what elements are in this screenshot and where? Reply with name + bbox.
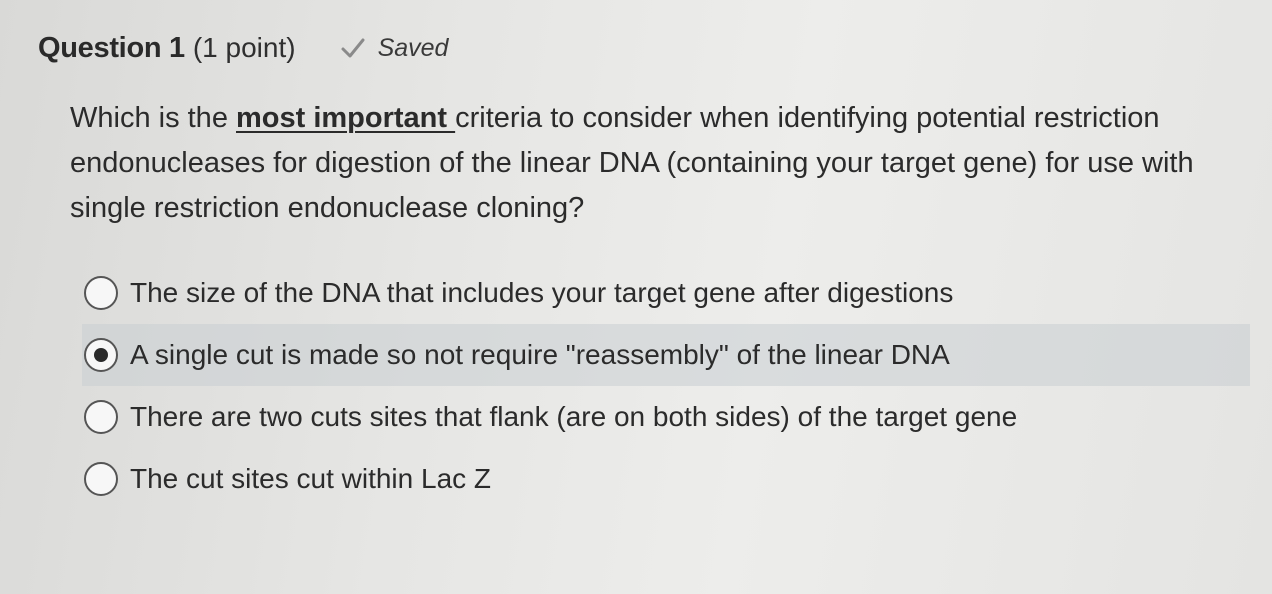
radio-button[interactable] bbox=[84, 276, 118, 310]
quiz-question-card: Question 1 (1 point) Saved Which is the … bbox=[0, 0, 1272, 594]
radio-button-selected[interactable] bbox=[84, 338, 118, 372]
saved-label: Saved bbox=[377, 33, 449, 62]
question-number: Question 1 bbox=[38, 31, 185, 64]
answer-options: The size of the DNA that includes your t… bbox=[82, 262, 1250, 510]
answer-option-label: A single cut is made so not require "rea… bbox=[130, 339, 950, 370]
question-prompt: Which is the most important criteria to … bbox=[70, 96, 1220, 231]
answer-option[interactable]: The cut sites cut within Lac Z bbox=[82, 448, 1250, 510]
radio-button[interactable] bbox=[84, 462, 118, 496]
question-points: (1 point) bbox=[192, 32, 296, 63]
question-header: Question 1 (1 point) Saved bbox=[38, 28, 448, 68]
question-text-emphasis: most important bbox=[236, 102, 456, 134]
radio-dot bbox=[94, 348, 108, 362]
saved-status: Saved bbox=[340, 33, 449, 63]
answer-option-label: The size of the DNA that includes your t… bbox=[130, 277, 954, 308]
answer-option[interactable]: The size of the DNA that includes your t… bbox=[82, 262, 1250, 324]
radio-button[interactable] bbox=[84, 400, 118, 434]
answer-option[interactable]: There are two cuts sites that flank (are… bbox=[82, 386, 1250, 448]
answer-option-label: The cut sites cut within Lac Z bbox=[130, 463, 492, 494]
check-icon bbox=[340, 37, 366, 59]
answer-option-selected[interactable]: A single cut is made so not require "rea… bbox=[82, 324, 1250, 386]
question-text-start: Which is the bbox=[70, 102, 236, 134]
answer-option-label: There are two cuts sites that flank (are… bbox=[130, 401, 1018, 432]
